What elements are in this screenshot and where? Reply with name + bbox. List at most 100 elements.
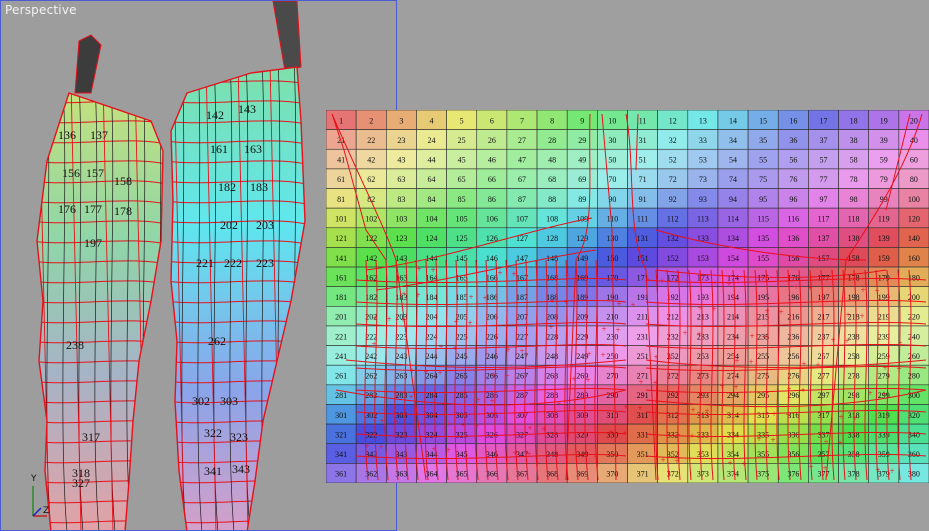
svg-text:+: + <box>770 435 775 445</box>
uv-cell-number: 201 <box>335 313 347 322</box>
uv-cell-number: 373 <box>697 470 709 479</box>
uv-cell-number: 261 <box>335 372 347 381</box>
uv-cell-number: 39 <box>880 136 888 145</box>
uv-cell-number: 5 <box>460 116 464 125</box>
uv-cell-number: 110 <box>607 215 619 224</box>
svg-text:+: + <box>838 412 843 422</box>
svg-text:+: + <box>689 431 694 441</box>
uv-cell-number: 329 <box>576 430 588 439</box>
svg-text:+: + <box>446 419 451 429</box>
uv-cell-number: 155 <box>757 254 769 263</box>
uv-cell-number: 29 <box>578 136 586 145</box>
uv-cell-number: 57 <box>819 156 827 165</box>
uv-cell-number: 50 <box>608 156 616 165</box>
svg-text:+: + <box>844 336 849 346</box>
uv-cell-number: 236 <box>787 332 799 341</box>
svg-text:+: + <box>423 367 428 377</box>
face-label: 178 <box>114 204 132 218</box>
face-label: 158 <box>114 174 132 188</box>
svg-text:+: + <box>526 449 531 459</box>
uv-cell-number: 217 <box>817 313 829 322</box>
uv-cell-number: 237 <box>817 332 829 341</box>
svg-text:+: + <box>823 437 828 447</box>
uv-cell-number: 308 <box>546 411 558 420</box>
uv-cell-number: 121 <box>335 234 347 243</box>
uv-cell-number: 120 <box>908 215 920 224</box>
uv-cell-number: 12 <box>669 116 677 125</box>
uv-cell-number: 219 <box>878 313 890 322</box>
svg-text:+: + <box>393 417 398 427</box>
svg-text:+: + <box>778 307 783 317</box>
svg-text:+: + <box>482 293 487 303</box>
uv-cell-number: 10 <box>608 116 616 125</box>
uv-cell-number: 177 <box>817 273 829 282</box>
svg-text:+: + <box>549 296 554 306</box>
uv-cell-number: 197 <box>817 293 829 302</box>
uv-cell-number: 370 <box>606 470 618 479</box>
uv-cell-number: 301 <box>335 411 347 420</box>
svg-text:+: + <box>822 463 827 473</box>
uv-cell-number: 28 <box>548 136 556 145</box>
uv-cell-number: 111 <box>637 215 648 224</box>
svg-text:+: + <box>593 452 598 462</box>
svg-text:+: + <box>875 465 880 475</box>
uv-cell-number: 131 <box>637 234 649 243</box>
svg-text:+: + <box>637 403 642 413</box>
uv-cell-number: 106 <box>486 215 498 224</box>
svg-text:+: + <box>438 342 443 352</box>
face-label: 136 <box>58 128 76 142</box>
uv-cell-number: 187 <box>516 293 528 302</box>
uv-cell-number: 4 <box>430 116 434 125</box>
svg-text:+: + <box>371 339 376 349</box>
uv-cell-number: 53 <box>699 156 707 165</box>
uv-cell-number: 260 <box>908 352 920 361</box>
uv-cell-number: 81 <box>337 195 345 204</box>
uv-cell-number: 59 <box>880 156 888 165</box>
svg-text:+: + <box>475 395 480 405</box>
uv-cell-number: 83 <box>397 195 405 204</box>
svg-text:+: + <box>416 264 421 274</box>
svg-text:+: + <box>771 409 776 419</box>
svg-text:+: + <box>704 406 709 416</box>
face-label: 317 <box>82 430 100 444</box>
svg-text:+: + <box>727 458 732 468</box>
uv-cell-number: 22 <box>367 136 375 145</box>
uv-texture-grid[interactable]: 1 2 3 4 5 6 7 8 9 10 11 12 13 14 15 16 17 18 19 2021 22 23 24 2… <box>326 110 929 483</box>
svg-text:+: + <box>541 424 546 434</box>
svg-text:+: + <box>600 350 605 360</box>
uv-cell-number: 102 <box>365 215 377 224</box>
uv-cell-number: 140 <box>908 234 920 243</box>
uv-cell-number: 70 <box>608 175 616 184</box>
svg-text:+: + <box>601 324 606 334</box>
uv-cell-number: 139 <box>878 234 890 243</box>
uv-cell-number: 319 <box>878 411 890 420</box>
uv-cell-number: 239 <box>878 332 890 341</box>
face-label: 137 <box>90 128 108 142</box>
svg-text:+: + <box>474 421 479 431</box>
uv-cell-number: 45 <box>458 156 466 165</box>
face-label: 142 <box>206 108 224 122</box>
uv-cell-number: 206 <box>486 313 498 322</box>
uv-cell-number: 119 <box>878 215 890 224</box>
svg-text:+: + <box>623 402 628 412</box>
uv-cell-number: 270 <box>606 372 618 381</box>
uv-cell-number: 89 <box>578 195 586 204</box>
uv-cell-number: 141 <box>335 254 347 263</box>
face-label: 183 <box>250 180 268 194</box>
uv-cell-number: 94 <box>729 195 737 204</box>
uv-cell-number: 107 <box>516 215 528 224</box>
uv-cell-number: 328 <box>546 430 558 439</box>
uv-cell-number: 105 <box>456 215 468 224</box>
uv-cell-number: 240 <box>908 332 920 341</box>
uv-cell-number: 6 <box>490 116 494 125</box>
svg-text:+: + <box>408 392 413 402</box>
uv-cell-number: 251 <box>637 352 649 361</box>
svg-text:+: + <box>616 299 621 309</box>
svg-text:+: + <box>415 290 420 300</box>
svg-text:+: + <box>867 388 872 398</box>
uv-cell-number: 204 <box>426 313 438 322</box>
uv-cell-number: 374 <box>727 470 739 479</box>
uv-cell-number: 273 <box>697 372 709 381</box>
uv-cell-number: 193 <box>697 293 709 302</box>
uv-cell-number: 54 <box>729 156 737 165</box>
